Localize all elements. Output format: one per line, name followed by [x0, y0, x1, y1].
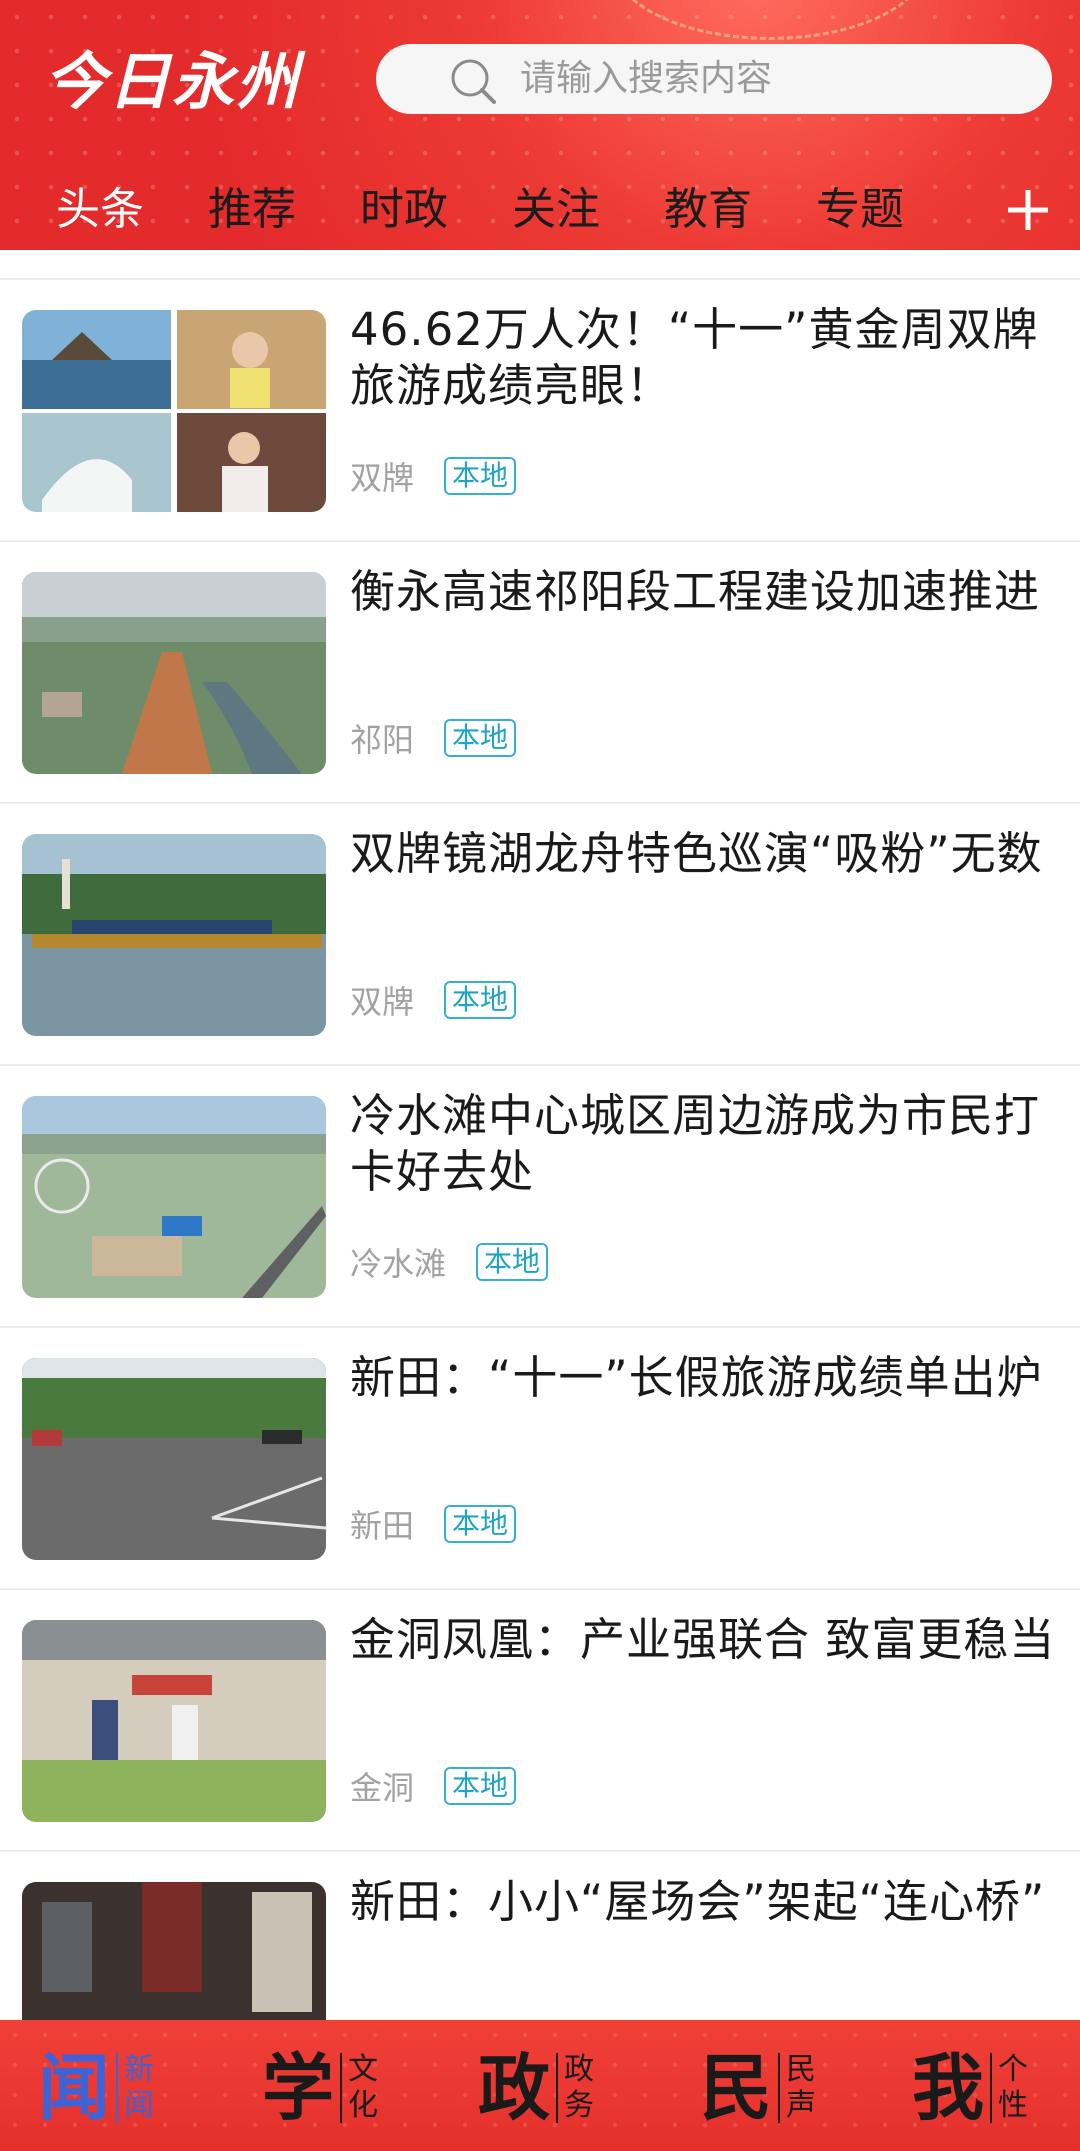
- nav-news-label: 新闻: [124, 2052, 155, 2123]
- nav-personal-glyph: 我: [912, 2045, 985, 2130]
- news-thumbnail: [22, 834, 326, 1036]
- news-title: 冷水滩中心城区周边游成为市民打卡好去处: [350, 1089, 1041, 1198]
- nav-separator: [990, 2053, 993, 2123]
- nav-culture[interactable]: 学 文化: [262, 2038, 382, 2138]
- nav-government[interactable]: 政 政务: [478, 2038, 598, 2138]
- local-tag: 本地: [444, 981, 517, 1019]
- news-meta: 冷水滩 本地: [350, 1242, 549, 1283]
- news-thumbnail: [22, 1620, 326, 1822]
- channel-tabs: 头条 推荐 时政 关注 教育 专题: [0, 170, 1080, 250]
- nav-separator: [778, 2053, 781, 2123]
- news-source: 双牌: [350, 983, 415, 1021]
- news-thumbnail: [22, 1096, 326, 1298]
- news-thumbnail: [22, 572, 326, 774]
- news-title: 双牌镜湖龙舟特色巡演“吸粉”无数: [350, 827, 1043, 880]
- news-thumbnail: [22, 1358, 326, 1560]
- nav-government-glyph: 政: [478, 2045, 551, 2130]
- news-source: 金洞: [350, 1769, 415, 1807]
- tab-headlines[interactable]: 头条: [56, 170, 144, 250]
- news-meta: 金洞 本地: [350, 1766, 517, 1807]
- nav-culture-label: 文化: [348, 2052, 379, 2123]
- nav-public-voice-label: 民声: [786, 2052, 817, 2123]
- news-meta: 双牌 本地: [350, 980, 517, 1021]
- news-thumbnail: [22, 310, 326, 512]
- tab-follow[interactable]: 关注: [512, 170, 600, 250]
- news-item[interactable]: 金洞凤凰：产业强联合 致富更稳当 金洞 本地: [0, 1590, 1080, 1852]
- search-placeholder: 请输入搜索内容: [520, 58, 773, 99]
- news-source: 冷水滩: [350, 1245, 447, 1283]
- nav-separator: [556, 2053, 559, 2123]
- news-item[interactable]: 冷水滩中心城区周边游成为市民打卡好去处 冷水滩 本地: [0, 1066, 1080, 1328]
- news-source: 祁阳: [350, 721, 415, 759]
- tab-topics[interactable]: 专题: [816, 170, 904, 250]
- news-feed: 46.62万人次！“十一”黄金周双牌旅游成绩亮眼！ 双牌 本地 衡永高速祁阳段工…: [0, 250, 1080, 2020]
- news-item[interactable]: 46.62万人次！“十一”黄金周双牌旅游成绩亮眼！ 双牌 本地: [0, 280, 1080, 542]
- news-source: 双牌: [350, 459, 415, 497]
- news-meta: 双牌 本地: [350, 456, 517, 497]
- bottom-navigation: 闻 新闻 学 文化 政 政务 民 民声 我 个性: [0, 2020, 1080, 2151]
- local-tag: 本地: [444, 719, 517, 757]
- tab-education[interactable]: 教育: [664, 170, 752, 250]
- nav-separator: [340, 2053, 343, 2123]
- news-item[interactable]: 双牌镜湖龙舟特色巡演“吸粉”无数 双牌 本地: [0, 804, 1080, 1066]
- nav-public-voice[interactable]: 民 民声: [700, 2038, 820, 2138]
- tab-politics[interactable]: 时政: [360, 170, 448, 250]
- news-title: 新田：小小“屋场会”架起“连心桥”: [350, 1875, 1046, 1928]
- add-channel-icon[interactable]: [1004, 186, 1052, 234]
- nav-culture-glyph: 学: [262, 2045, 335, 2130]
- local-tag: 本地: [444, 457, 517, 495]
- nav-government-label: 政务: [564, 2052, 595, 2123]
- nav-personal-label: 个性: [998, 2052, 1029, 2123]
- local-tag: 本地: [444, 1767, 517, 1805]
- nav-separator: [116, 2053, 119, 2123]
- news-meta: 新田 本地: [350, 1504, 517, 1545]
- news-source: 新田: [350, 1507, 415, 1545]
- news-title: 46.62万人次！“十一”黄金周双牌旅游成绩亮眼！: [350, 303, 1039, 412]
- news-title: 金洞凤凰：产业强联合 致富更稳当: [350, 1613, 1056, 1666]
- nav-news-glyph: 闻: [38, 2045, 111, 2130]
- search-bar[interactable]: 请输入搜索内容: [376, 44, 1052, 114]
- news-title: 衡永高速祁阳段工程建设加速推进: [350, 565, 1041, 618]
- news-title: 新田：“十一”长假旅游成绩单出炉: [350, 1351, 1043, 1404]
- tab-recommend[interactable]: 推荐: [208, 170, 296, 250]
- nav-news[interactable]: 闻 新闻: [38, 2038, 158, 2138]
- nav-public-voice-glyph: 民: [700, 2045, 773, 2130]
- local-tag: 本地: [444, 1505, 517, 1543]
- app-logo: 今日永州: [44, 45, 301, 118]
- news-item[interactable]: 新田：小小“屋场会”架起“连心桥”: [0, 1852, 1080, 2020]
- search-icon: [451, 59, 496, 104]
- news-item[interactable]: 衡永高速祁阳段工程建设加速推进 祁阳 本地: [0, 542, 1080, 804]
- news-thumbnail: [22, 1882, 326, 2020]
- news-meta: 祁阳 本地: [350, 718, 517, 759]
- nav-personal[interactable]: 我 个性: [912, 2038, 1032, 2138]
- local-tag: 本地: [476, 1243, 549, 1281]
- app-header: 今日永州 请输入搜索内容 头条 推荐 时政 关注 教育 专题: [0, 0, 1080, 250]
- news-item[interactable]: 新田：“十一”长假旅游成绩单出炉 新田 本地: [0, 1328, 1080, 1590]
